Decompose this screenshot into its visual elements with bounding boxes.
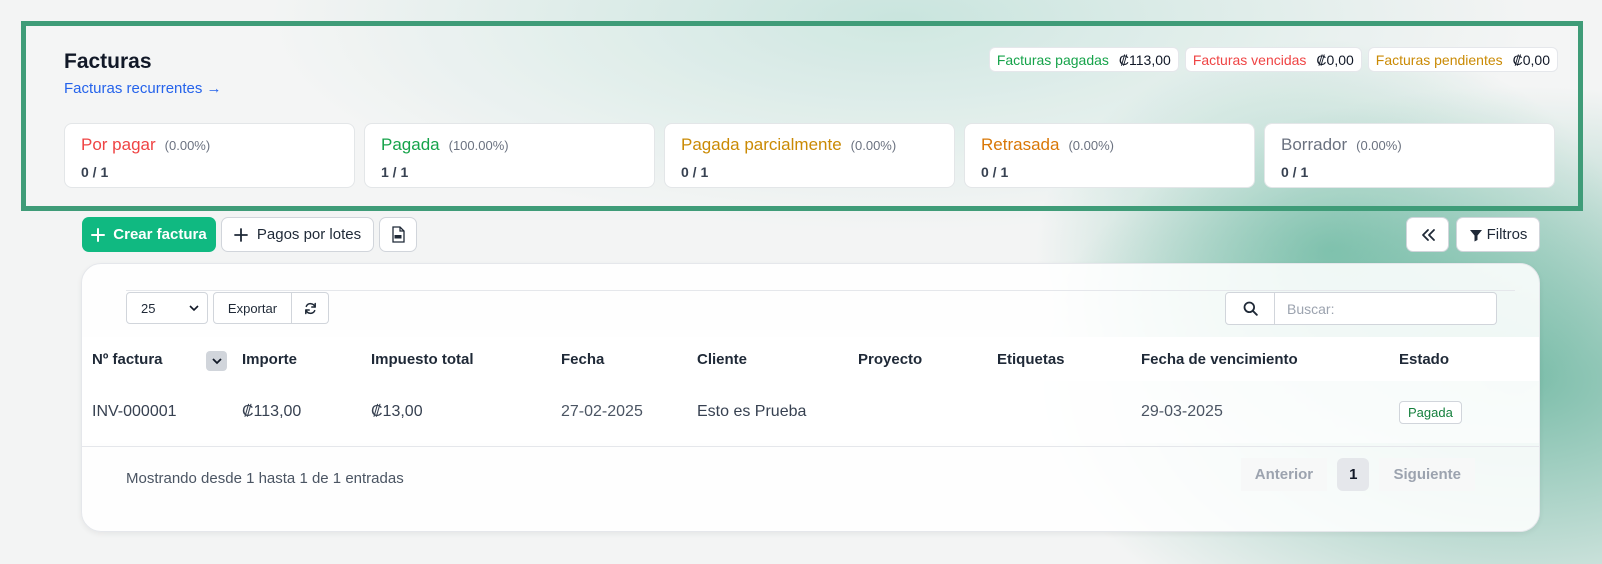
total-pending-label: Facturas pendientes [1375, 51, 1503, 68]
invoice-due-date: 29-03-2025 [1141, 403, 1223, 420]
status-card-percent: (0.00%) [164, 138, 211, 153]
invoices-summary-panel: Facturas Facturas recurrentes → Facturas… [21, 21, 1583, 211]
refresh-icon [304, 302, 316, 314]
pdf-file-icon [392, 226, 405, 243]
status-badge: Pagada [1399, 400, 1462, 424]
status-card-count: 0 / 1 [81, 164, 109, 180]
pagination: Anterior 1 Siguiente [1240, 458, 1475, 491]
total-pending-amount: ₡0,00 [1512, 51, 1550, 68]
double-chevron-left-icon [1421, 228, 1435, 241]
status-card-name: Por pagar [81, 135, 156, 154]
column-header-tags[interactable]: Etiquetas [997, 337, 1065, 381]
filter-icon [1469, 229, 1482, 241]
invoice-client[interactable]: Esto es Prueba [697, 381, 806, 443]
status-card-percent: (0.00%) [1356, 138, 1402, 153]
total-paid-amount: ₡113,00 [1118, 51, 1171, 68]
divider [126, 290, 1515, 291]
status-card-percent: (0.00%) [1068, 138, 1114, 153]
column-header-total-tax[interactable]: Impuesto total [371, 337, 474, 381]
total-pending: Facturas pendientes ₡0,00 [1367, 47, 1558, 72]
batch-payments-label: Pagos por lotes [256, 226, 362, 243]
column-header-due-date[interactable]: Fecha de vencimiento [1141, 337, 1298, 381]
status-card-draft[interactable]: Borrador (0.00%) 0 / 1 [1264, 123, 1555, 188]
totals-bar: Facturas pagadas ₡113,00 Facturas vencid… [988, 47, 1558, 72]
column-toggle-button[interactable] [206, 351, 227, 371]
create-invoice-label: Crear factura [113, 226, 207, 243]
recurring-invoices-link[interactable]: Facturas recurrentes → [64, 80, 222, 97]
status-card-percent: (100.00%) [448, 138, 509, 153]
divider [82, 446, 1539, 447]
batch-payments-button[interactable]: Pagos por lotes [221, 217, 374, 252]
total-overdue-amount: ₡0,00 [1316, 51, 1354, 68]
total-overdue-label: Facturas vencidas [1192, 51, 1307, 68]
search-box [1225, 292, 1497, 325]
status-card-count: 0 / 1 [1281, 164, 1309, 180]
plus-icon [233, 227, 248, 242]
chevron-down-icon [211, 357, 222, 364]
invoice-tax: ₡13,00 [371, 403, 423, 420]
status-card-unpaid[interactable]: Por pagar (0.00%) 0 / 1 [64, 123, 355, 188]
pdf-export-button[interactable] [379, 217, 417, 252]
export-group: Exportar [213, 292, 329, 324]
column-header-project[interactable]: Proyecto [858, 337, 922, 381]
page-size-select[interactable]: 25 [126, 292, 208, 324]
invoice-amount: ₡113,00 [242, 403, 302, 420]
filters-label: Filtros [1486, 226, 1528, 243]
invoice-number[interactable]: INV-000001 [92, 381, 177, 443]
plus-icon [91, 227, 106, 242]
status-card-partially-paid[interactable]: Pagada parcialmente (0.00%) 0 / 1 [664, 123, 955, 188]
table-row[interactable]: INV-000001 ₡113,00 ₡13,00 27-02-2025 Est… [82, 381, 1539, 443]
status-card-name: Retrasada [981, 135, 1060, 154]
next-page-button[interactable]: Siguiente [1379, 458, 1475, 491]
chevron-down-icon [189, 304, 199, 311]
collapse-button[interactable] [1406, 217, 1449, 252]
create-invoice-button[interactable]: Crear factura [82, 217, 216, 252]
page-1-button[interactable]: 1 [1337, 458, 1370, 491]
status-card-name: Pagada [381, 135, 440, 154]
total-paid: Facturas pagadas ₡113,00 [988, 47, 1179, 72]
status-card-name: Borrador [1281, 135, 1348, 154]
column-header-number[interactable]: Nº factura [92, 337, 163, 381]
status-card-overdue[interactable]: Retrasada (0.00%) 0 / 1 [964, 123, 1255, 188]
filters-button[interactable]: Filtros [1456, 217, 1540, 252]
search-input[interactable] [1275, 292, 1497, 325]
invoice-status-cell: Pagada [1399, 381, 1462, 443]
previous-page-button[interactable]: Anterior [1240, 458, 1328, 491]
column-header-client[interactable]: Cliente [697, 337, 747, 381]
total-overdue: Facturas vencidas ₡0,00 [1184, 47, 1362, 72]
status-card-count: 0 / 1 [981, 164, 1009, 180]
status-card-paid[interactable]: Pagada (100.00%) 1 / 1 [364, 123, 655, 188]
search-icon-box [1225, 292, 1275, 325]
search-icon [1243, 301, 1258, 316]
status-card-name: Pagada parcialmente [681, 135, 842, 154]
column-header-amount[interactable]: Importe [242, 337, 297, 381]
total-paid-label: Facturas pagadas [996, 51, 1109, 68]
status-cards: Por pagar (0.00%) 0 / 1 Pagada (100.00%) 1… [64, 123, 1555, 188]
invoices-table-card: 25 Exportar Nº factura Importe Impuesto … [81, 263, 1540, 532]
status-card-count: 0 / 1 [681, 164, 709, 180]
table-header: Nº factura Importe Impuesto total Fecha … [82, 337, 1539, 381]
column-header-date[interactable]: Fecha [561, 337, 604, 381]
table-info: Mostrando desde 1 hasta 1 de 1 entradas [126, 470, 404, 487]
export-button[interactable]: Exportar [213, 292, 292, 324]
page-size-value: 25 [141, 300, 156, 316]
invoice-date: 27-02-2025 [561, 403, 643, 420]
refresh-button[interactable] [292, 292, 329, 324]
page-title: Facturas [64, 50, 152, 73]
column-header-status[interactable]: Estado [1399, 337, 1449, 381]
status-card-percent: (0.00%) [850, 138, 897, 153]
status-card-count: 1 / 1 [381, 164, 409, 180]
